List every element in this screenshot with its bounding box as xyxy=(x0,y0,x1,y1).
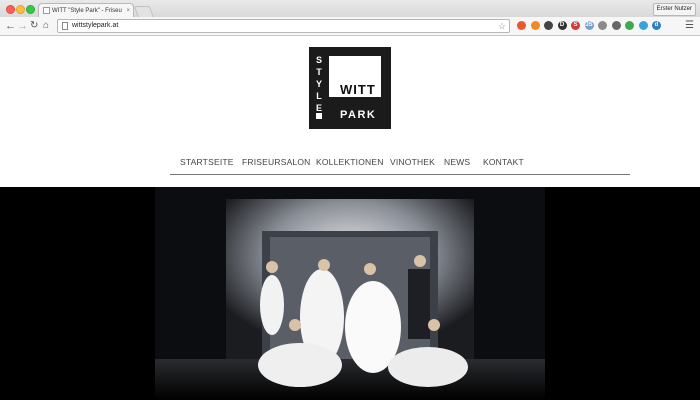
ext-d-badge-icon[interactable]: D xyxy=(557,21,567,30)
logo-park-text: PARK xyxy=(340,109,377,121)
profile-button[interactable]: Erster Nutzer xyxy=(652,3,696,16)
ext-js-icon[interactable]: JS xyxy=(584,21,594,30)
ext-cloud-icon[interactable] xyxy=(638,21,648,30)
nav-item-news[interactable]: NEWS xyxy=(444,157,470,167)
window-minimize-button[interactable] xyxy=(16,5,25,14)
tab-close-icon[interactable]: × xyxy=(126,4,130,18)
nav-item-kontakt[interactable]: KONTAKT xyxy=(483,157,524,167)
ext-flag-icon[interactable] xyxy=(598,21,607,30)
page-icon xyxy=(62,22,68,30)
hero-image xyxy=(0,187,700,400)
hamburger-menu-icon[interactable]: ☰ xyxy=(685,19,694,33)
logo-witt-text: WITT xyxy=(340,82,376,97)
star-icon[interactable]: ☆ xyxy=(498,20,506,32)
browser-toolbar: ← → ↻ ⌂ wittstylepark.at ☆ xyxy=(0,17,700,36)
arrow-right-icon[interactable]: → xyxy=(17,19,28,33)
ext-orange-fox-icon[interactable] xyxy=(530,21,540,30)
address-bar-url[interactable]: wittstylepark.at xyxy=(72,20,118,32)
main-navigation: STARTSEITE FRISEURSALON KOLLEKTIONEN VIN… xyxy=(170,154,630,175)
ext-eyedropper-icon[interactable] xyxy=(544,21,553,30)
nav-item-kollektionen[interactable]: KOLLEKTIONEN xyxy=(316,157,384,167)
ext-green-wave-icon[interactable] xyxy=(625,21,634,30)
tab-title: WITT "Style Park" - Friseu xyxy=(52,8,122,14)
browser-tabstrip: WITT "Style Park" - Friseu × Erster Nutz… xyxy=(0,0,700,18)
nav-item-friseursalon[interactable]: FRISEURSALON xyxy=(242,157,311,167)
page-icon xyxy=(43,7,50,14)
ext-red-circle-icon[interactable] xyxy=(517,21,526,30)
logo-square-mark xyxy=(316,113,322,119)
ext-clock-icon[interactable] xyxy=(611,21,621,30)
bridal-photo xyxy=(0,187,700,400)
arrow-left-icon[interactable]: ← xyxy=(5,19,16,33)
reload-icon[interactable]: ↻ xyxy=(30,19,38,33)
window-close-button[interactable] xyxy=(6,5,15,14)
window-zoom-button[interactable] xyxy=(26,5,35,14)
address-bar[interactable]: wittstylepark.at ☆ xyxy=(57,19,510,33)
ext-d-blue-icon[interactable]: d xyxy=(652,21,661,30)
nav-item-startseite[interactable]: STARTSEITE xyxy=(180,157,234,167)
browser-tab[interactable]: WITT "Style Park" - Friseu × xyxy=(38,3,134,17)
ext-s-icon[interactable]: S xyxy=(571,21,580,30)
logo-style-text: STYLE xyxy=(314,55,324,115)
home-icon[interactable]: ⌂ xyxy=(43,19,49,33)
nav-item-vinothek[interactable]: VINOTHEK xyxy=(390,157,435,167)
